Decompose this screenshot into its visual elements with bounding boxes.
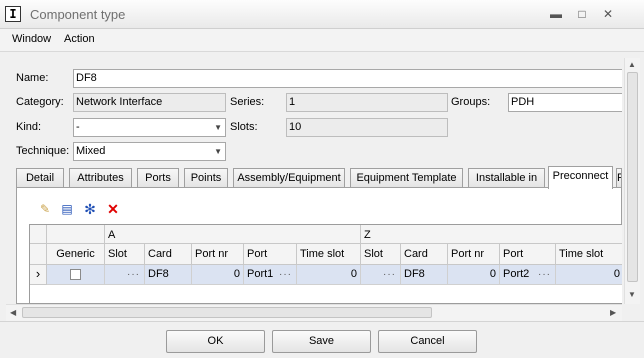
app-icon: I <box>5 6 21 22</box>
scroll-down-icon[interactable]: ▼ <box>628 290 636 299</box>
groups-field[interactable]: PDH <box>508 93 622 112</box>
ellipsis-icon[interactable]: ··· <box>383 265 396 284</box>
col-time-slot-a[interactable]: Time slot <box>297 244 361 265</box>
cell-port-a[interactable]: Port1 ··· <box>244 265 297 285</box>
preconnect-grid: A Z Generic Slot Card Port nr Port Time … <box>29 224 622 304</box>
col-time-slot-z[interactable]: Time slot <box>556 244 622 265</box>
edit-icon[interactable]: ✎ <box>37 201 53 217</box>
vertical-scroll-thumb[interactable] <box>627 72 638 282</box>
tab-assembly-equipment[interactable]: Assembly/Equipment <box>233 168 345 188</box>
cell-port-nr-z[interactable]: 0 <box>448 265 500 285</box>
col-slot-a[interactable]: Slot <box>105 244 145 265</box>
title-bar: I Component type ▬ □ ✕ <box>0 0 644 29</box>
scroll-right-icon[interactable]: ▶ <box>610 308 616 317</box>
col-card-a[interactable]: Card <box>145 244 192 265</box>
cancel-button[interactable]: Cancel <box>378 330 477 353</box>
vertical-scrollbar[interactable]: ▲ ▼ <box>624 58 640 304</box>
slots-field: 10 <box>286 118 448 137</box>
save-button[interactable]: Save <box>272 330 371 353</box>
header-spacer <box>47 225 105 244</box>
close-button[interactable]: ✕ <box>600 6 616 22</box>
ellipsis-icon[interactable]: ··· <box>538 265 551 284</box>
chevron-down-icon[interactable]: ▼ <box>214 143 222 160</box>
cell-slot-a[interactable]: ··· <box>105 265 145 285</box>
horizontal-scrollbar[interactable]: ◀ ▶ <box>6 304 622 321</box>
series-label: Series: <box>230 96 265 108</box>
ok-button[interactable]: OK <box>166 330 265 353</box>
minimize-button[interactable]: ▬ <box>548 6 564 22</box>
generic-checkbox-cell[interactable] <box>47 265 105 285</box>
preconnect-panel: ✎ ▤ ✻ ✕ A Z Generic Slot Card Port nr Po… <box>16 187 622 304</box>
col-port-a[interactable]: Port <box>244 244 297 265</box>
tab-preconnect[interactable]: Preconnect <box>548 166 613 189</box>
technique-value: Mixed <box>76 145 106 157</box>
tab-strip: Detail Attributes Ports Points Assembly/… <box>16 166 622 189</box>
col-generic[interactable]: Generic <box>47 244 105 265</box>
ellipsis-icon[interactable]: ··· <box>279 265 292 284</box>
kind-value: - <box>76 121 80 133</box>
generic-checkbox[interactable] <box>70 269 81 280</box>
cell-card-a[interactable]: DF8 <box>145 265 192 285</box>
cell-port-z[interactable]: Port2 ··· <box>500 265 556 285</box>
maximize-button[interactable]: □ <box>574 6 590 22</box>
slots-label: Slots: <box>230 121 258 133</box>
menu-window[interactable]: Window <box>12 33 51 45</box>
tab-detail[interactable]: Detail <box>16 168 64 188</box>
category-label: Category: <box>16 96 64 108</box>
technique-label: Technique: <box>16 145 70 157</box>
corner-cell <box>30 225 47 244</box>
name-label: Name: <box>16 72 49 84</box>
row-header-corner <box>30 244 47 265</box>
groups-label: Groups: <box>451 96 491 108</box>
col-card-z[interactable]: Card <box>401 244 448 265</box>
cell-port-nr-a[interactable]: 0 <box>192 265 244 285</box>
name-field[interactable]: DF8 <box>73 69 622 88</box>
tab-equipment-template[interactable]: Equipment Template <box>350 168 463 188</box>
tab-installable-in[interactable]: Installable in <box>468 168 545 188</box>
cell-slot-z[interactable]: ··· <box>361 265 401 285</box>
tab-ports[interactable]: Ports <box>137 168 179 188</box>
group-header-z: Z <box>361 225 622 244</box>
cell-card-z[interactable]: DF8 <box>401 265 448 285</box>
kind-combo[interactable]: - ▼ <box>73 118 226 137</box>
col-port-nr-z[interactable]: Port nr <box>448 244 500 265</box>
scroll-left-icon[interactable]: ◀ <box>10 308 16 317</box>
window-title: Component type <box>30 7 126 22</box>
cell-port-a-value: Port1 <box>247 268 274 280</box>
cell-port-z-value: Port2 <box>503 268 530 280</box>
menu-action[interactable]: Action <box>64 33 95 45</box>
form-content: Name: DF8 Category: Network Interface Se… <box>6 58 622 304</box>
category-field: Network Interface <box>73 93 226 112</box>
dialog-footer: OK Save Cancel <box>0 321 644 358</box>
tab-points[interactable]: Points <box>184 168 228 188</box>
asterisk-icon[interactable]: ✻ <box>82 201 98 217</box>
cell-time-slot-z[interactable]: 0 <box>556 265 622 285</box>
col-slot-z[interactable]: Slot <box>361 244 401 265</box>
col-port-z[interactable]: Port <box>500 244 556 265</box>
tab-overflow[interactable]: F <box>616 168 622 188</box>
horizontal-scroll-thumb[interactable] <box>22 307 432 318</box>
chevron-down-icon[interactable]: ▼ <box>214 119 222 136</box>
cell-time-slot-a[interactable]: 0 <box>297 265 361 285</box>
scroll-up-icon[interactable]: ▲ <box>628 60 636 69</box>
delete-icon[interactable]: ✕ <box>105 201 121 217</box>
col-port-nr-a[interactable]: Port nr <box>192 244 244 265</box>
series-field: 1 <box>286 93 448 112</box>
kind-label: Kind: <box>16 121 42 133</box>
group-header-a: A <box>105 225 361 244</box>
row-indicator[interactable]: › <box>30 265 47 285</box>
menu-bar: Window Action <box>0 29 644 52</box>
tab-attributes[interactable]: Attributes <box>69 168 132 188</box>
table-icon[interactable]: ▤ <box>59 201 75 217</box>
ellipsis-icon[interactable]: ··· <box>127 265 140 284</box>
technique-combo[interactable]: Mixed ▼ <box>73 142 226 161</box>
